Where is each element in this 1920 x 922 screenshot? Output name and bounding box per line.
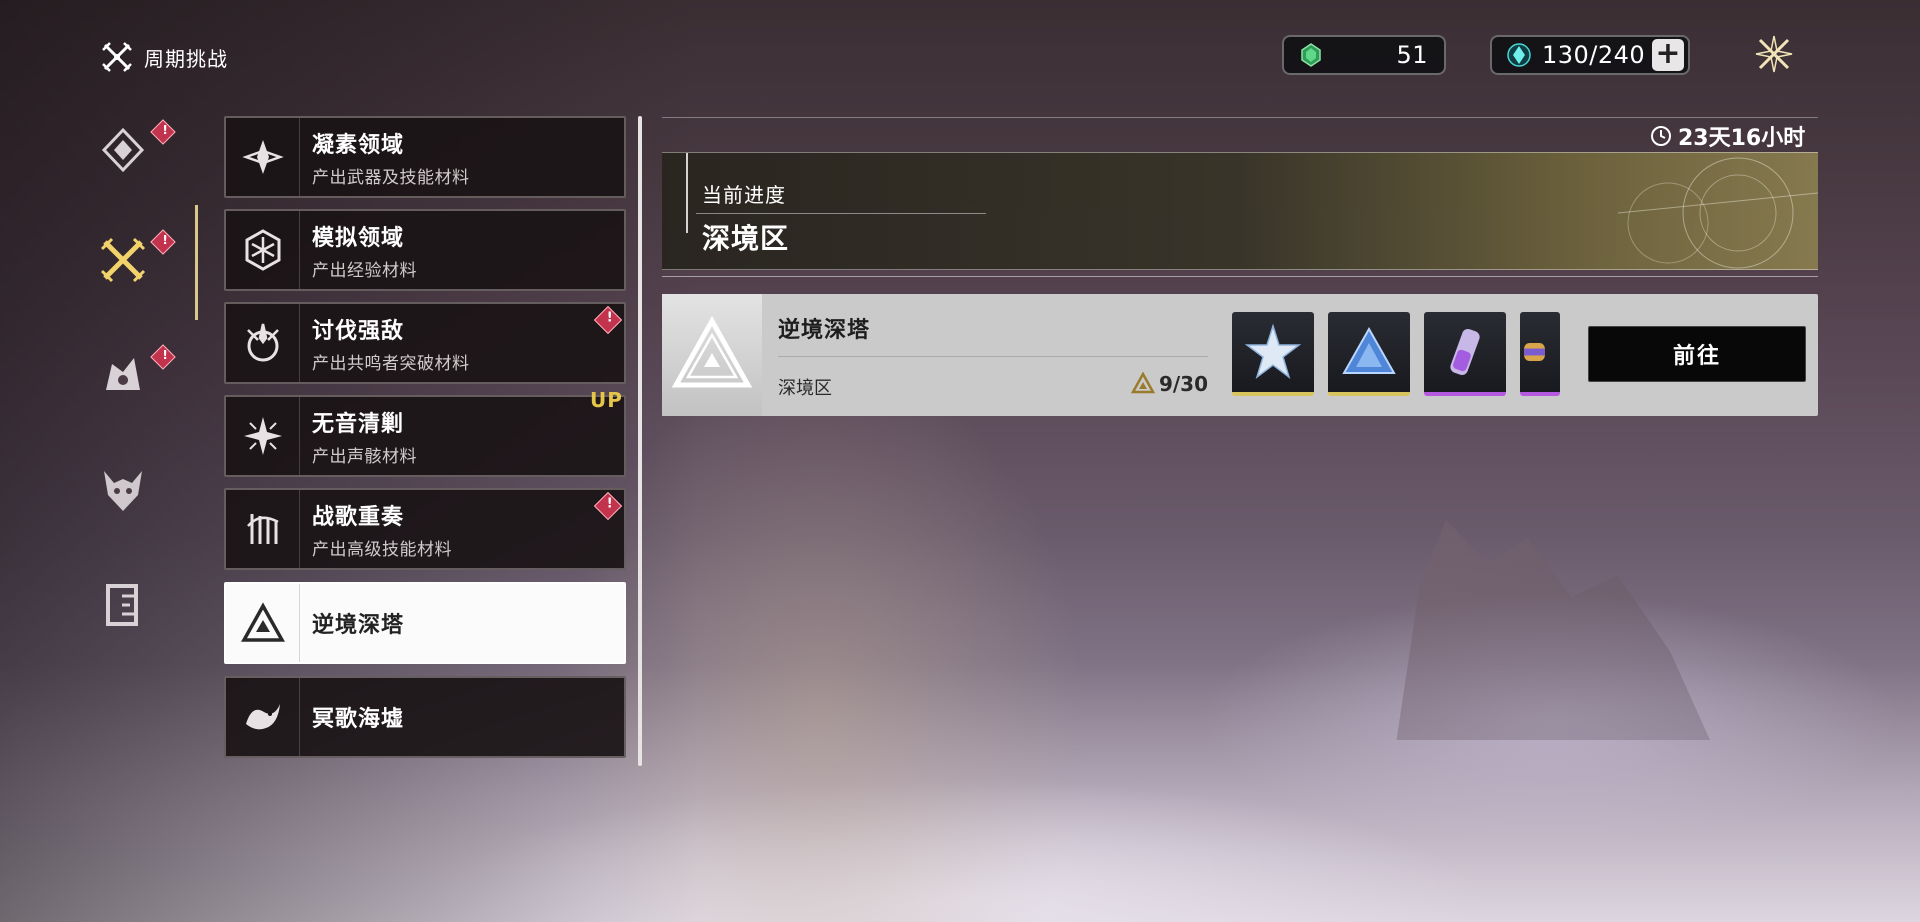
list-item[interactable]: 凝素领域 产出武器及技能材料	[224, 116, 626, 198]
page-title: 周期挑战	[144, 46, 228, 71]
stage-progress: 9/30	[1130, 372, 1208, 396]
sparkle-icon	[243, 417, 282, 455]
list-item[interactable]: 讨伐强敌 产出共鸣者突破材料	[224, 302, 626, 384]
beast-emblem-icon	[106, 358, 140, 390]
progress-value: 深境区	[702, 222, 790, 255]
divider	[662, 117, 1818, 118]
divider	[778, 356, 1208, 357]
reward-item[interactable]	[1328, 312, 1410, 396]
list-item-icon	[226, 490, 300, 568]
list-item-name: 无音清剿	[312, 411, 405, 437]
list-item-subtitle: 产出声骸材料	[312, 446, 417, 467]
list-item[interactable]: 模拟领域 产出经验材料	[224, 209, 626, 291]
potion-tube-icon	[1450, 328, 1480, 376]
stage-progress-text: 9/30	[1158, 372, 1208, 396]
stage-icon	[662, 294, 762, 416]
sidebar-item-4[interactable]	[88, 455, 158, 525]
banner-ornament-icon	[1617, 157, 1818, 269]
demon-mask-icon	[104, 471, 142, 511]
list-item-icon	[226, 118, 300, 196]
blue-triangle-icon	[1342, 326, 1396, 374]
clock-icon	[1651, 126, 1671, 146]
star-crystal-icon	[1244, 323, 1302, 379]
list-item-icon	[226, 211, 300, 289]
list-item-name: 战歌重奏	[312, 504, 405, 530]
reward-list	[1232, 312, 1560, 396]
crystal-cluster-icon	[241, 140, 284, 174]
claw-emblem-icon	[246, 323, 279, 362]
tri-star-icon	[1130, 372, 1155, 394]
list-item-subtitle: 产出经验材料	[312, 260, 417, 281]
divider	[662, 276, 1818, 277]
background-rock	[1396, 520, 1710, 740]
list-item-subtitle: 产出武器及技能材料	[312, 167, 470, 188]
close-icon[interactable]	[1752, 32, 1796, 76]
crossed-swords-icon	[102, 42, 132, 72]
music-emblem-icon	[246, 514, 279, 544]
progress-label: 当前进度	[702, 183, 786, 207]
currency-value: 130/240	[1542, 41, 1646, 69]
reward-item[interactable]	[1520, 312, 1560, 396]
list-item[interactable]: 冥歌海墟	[224, 676, 626, 758]
sidebar-item-1[interactable]	[88, 115, 176, 185]
green-crystal-icon	[1301, 43, 1321, 67]
reset-timer: 23天16小时	[1650, 120, 1805, 152]
list-item[interactable]: 无音清剿 产出声骸材料	[224, 395, 626, 477]
currency-value: 51	[1396, 41, 1428, 69]
sea-serpent-icon	[245, 704, 280, 730]
progress-banner: 当前进度 深境区	[662, 152, 1818, 270]
go-button[interactable]: 前往	[1588, 326, 1806, 382]
door-icon	[106, 584, 138, 626]
list-item[interactable]: 战歌重奏 产出高级技能材料	[224, 488, 626, 570]
list-item-name: 讨伐强敌	[312, 318, 405, 344]
crossed-swords-icon	[100, 237, 146, 283]
page-header: 周期挑战	[100, 40, 228, 74]
list-item-name: 逆境深塔	[312, 613, 405, 638]
list-item-icon	[226, 584, 300, 662]
reward-item[interactable]	[1424, 312, 1506, 396]
add-energy-button[interactable]: +	[1652, 39, 1684, 71]
timer-text: 23天16小时	[1678, 126, 1806, 151]
list-item-name: 模拟领域	[312, 225, 405, 251]
reward-item[interactable]	[1232, 312, 1314, 396]
currency-energy: 130/240 +	[1490, 35, 1690, 75]
sidebar-item-2[interactable]	[88, 225, 176, 295]
triangle-tower-icon	[671, 315, 753, 388]
list-item-active[interactable]: 逆境深塔	[224, 582, 626, 664]
sidebar-item-3[interactable]	[88, 340, 176, 410]
list-item-icon	[226, 304, 300, 382]
list-item-name: 凝素领域	[312, 132, 405, 158]
sidebar-item-5[interactable]	[88, 570, 158, 640]
triangle-tower-icon	[240, 602, 285, 642]
banner-decor-line	[686, 153, 688, 233]
up-badge: UP	[590, 388, 623, 412]
alert-badge	[593, 491, 623, 521]
list-item-icon	[226, 678, 300, 756]
list-item-icon	[226, 397, 300, 475]
list-scrollbar[interactable]	[638, 116, 642, 766]
list-item-subtitle: 产出共鸣者突破材料	[312, 353, 470, 374]
list-item-name: 冥歌海墟	[312, 707, 405, 732]
banner-decor-line	[696, 213, 986, 214]
stage-name: 逆境深塔	[778, 318, 871, 343]
cyan-crystal-icon	[1507, 43, 1531, 67]
hex-emblem-icon	[245, 229, 280, 271]
alert-badge	[593, 305, 623, 335]
diamond-emblem-icon	[101, 127, 145, 173]
currency-crystal[interactable]: 51	[1282, 35, 1446, 75]
stage-area: 深境区	[778, 378, 832, 399]
capsule-icon	[1524, 343, 1545, 361]
list-item-subtitle: 产出高级技能材料	[312, 539, 452, 560]
active-sidebar-indicator	[195, 205, 198, 320]
